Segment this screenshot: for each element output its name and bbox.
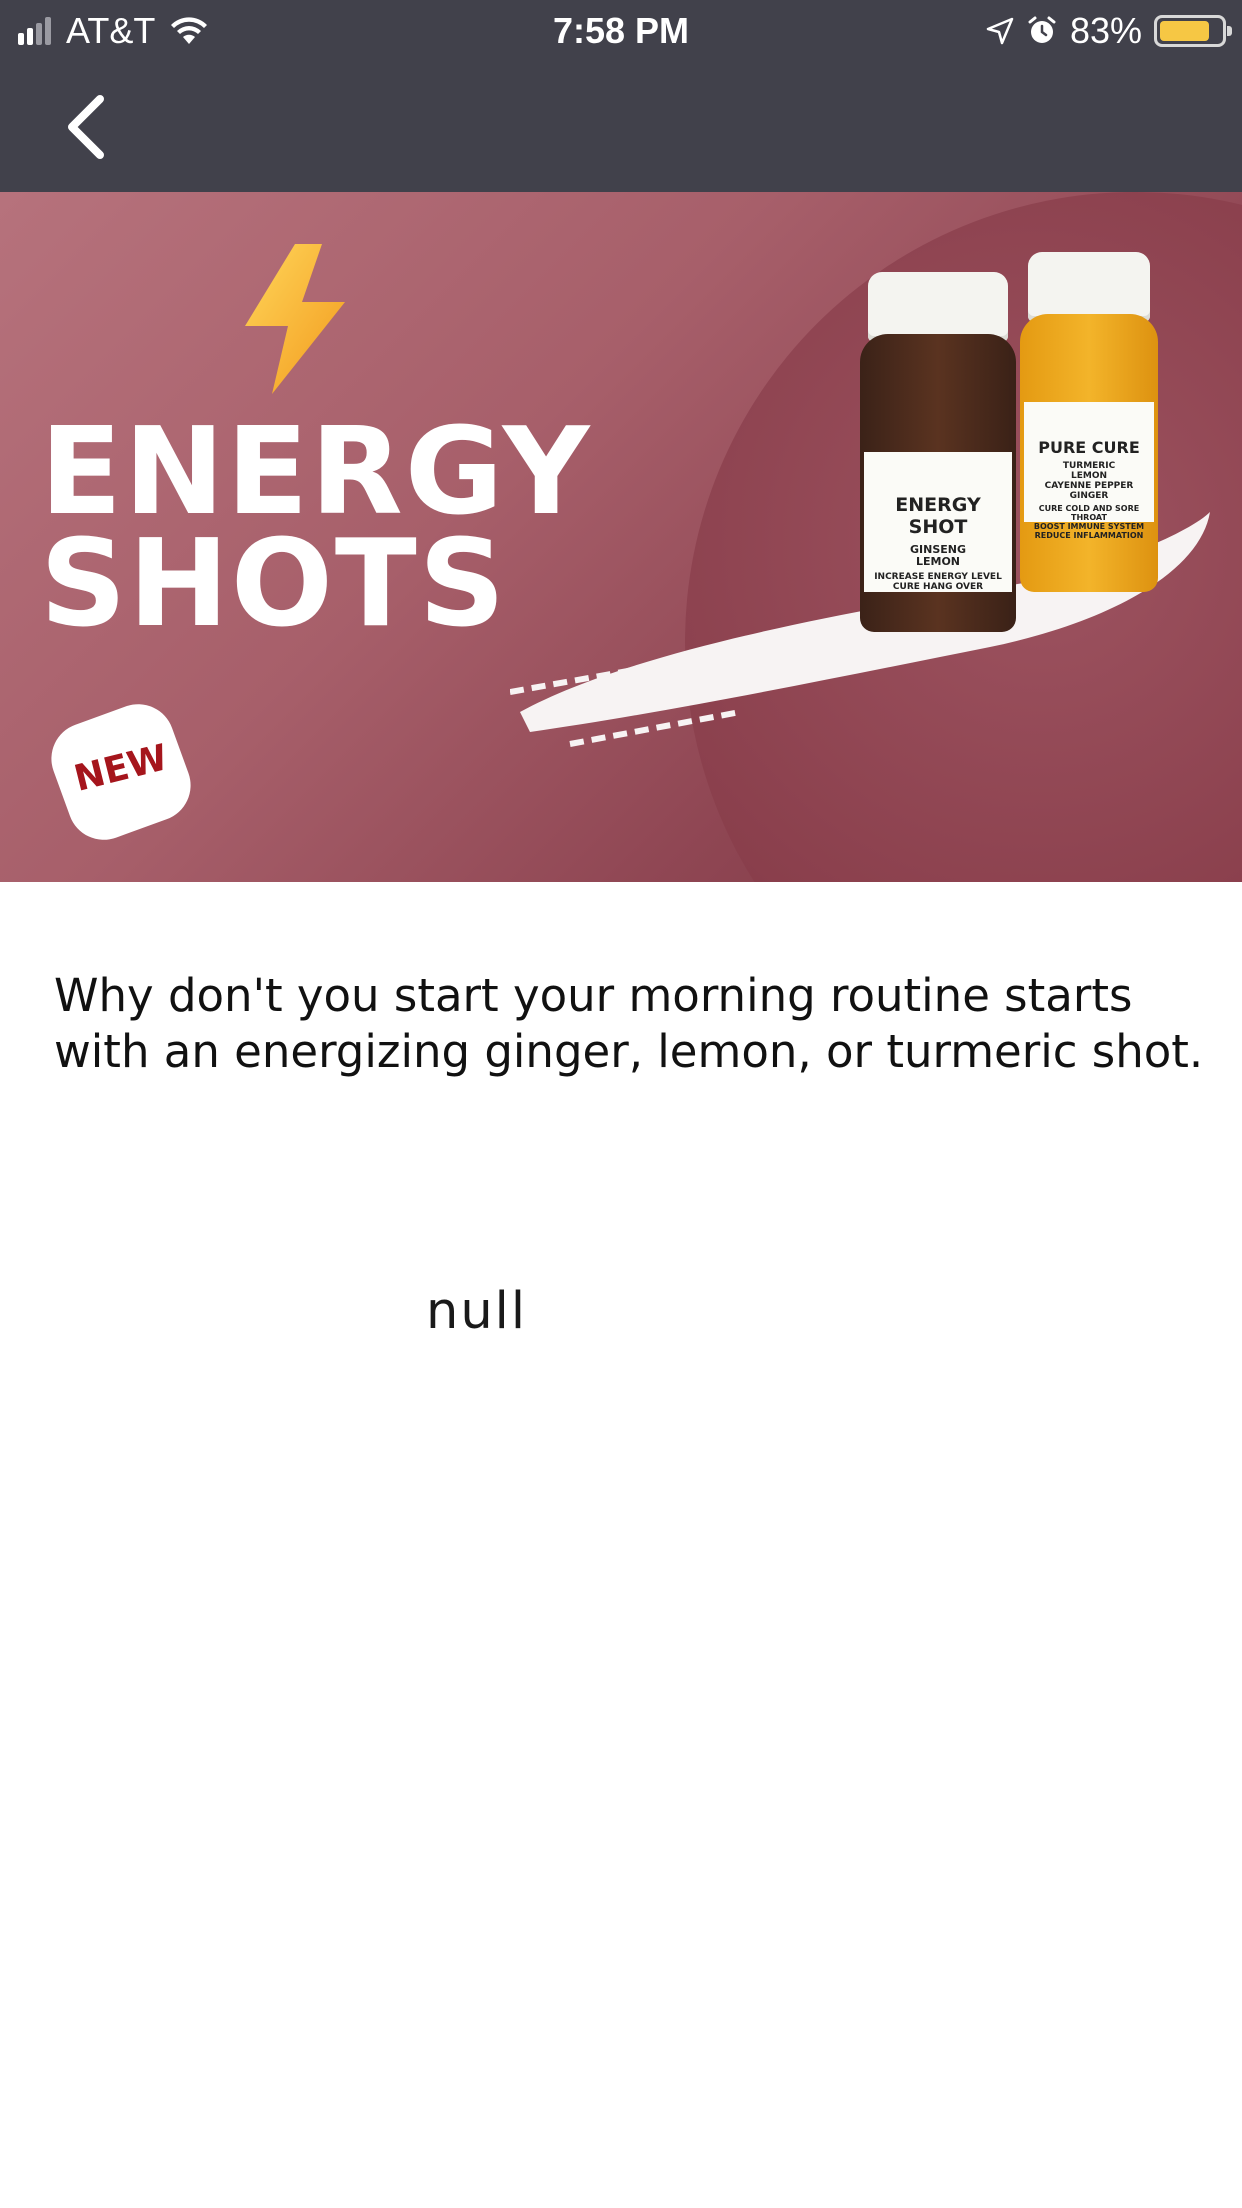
product-description: Why don't you start your morning routine… (54, 969, 1204, 1078)
extra-text: null (426, 1282, 527, 1341)
hero-title-line1: ENERGY (40, 403, 592, 542)
status-bar: AT&T 7:58 PM 83% (0, 0, 1242, 62)
pure-cure-ingredient: CAYENNE PEPPER (1044, 481, 1134, 491)
energy-shot-benefit: INCREASE ENERGY LEVEL (874, 572, 1002, 582)
location-icon (986, 17, 1014, 45)
top-bar: AT&T 7:58 PM 83% (0, 0, 1242, 192)
pure-cure-benefit: CURE COLD AND SORE THROAT (1038, 504, 1140, 522)
pure-cure-bottle: PURE CURE TURMERIC LEMON CAYENNE PEPPER … (1020, 252, 1158, 592)
energy-shot-benefit: CURE HANG OVER (892, 582, 984, 592)
status-right: 83% (974, 10, 1232, 52)
back-button[interactable] (56, 92, 116, 162)
pure-cure-ingredient: GINGER (1069, 491, 1109, 501)
battery-icon (1154, 15, 1232, 47)
energy-shot-name: ENERGY SHOT (895, 494, 981, 538)
chevron-left-icon (68, 95, 104, 159)
energy-shot-bottle: ENERGY SHOT GINSENG LEMON INCREASE ENERG… (860, 272, 1016, 632)
pure-cure-benefit: BOOST IMMUNE SYSTEM (1033, 522, 1145, 531)
pure-cure-ingredient: TURMERIC (1062, 461, 1116, 471)
pure-cure-benefit: REDUCE INFLAMMATION (1034, 531, 1144, 540)
pure-cure-ingredient: LEMON (1070, 471, 1108, 481)
hero-title: ENERGY SHOTS (40, 403, 592, 654)
alarm-icon (1028, 16, 1056, 43)
pure-cure-name: PURE CURE (1038, 438, 1140, 457)
new-badge: NEW (41, 694, 201, 850)
hero-banner: ENERGY SHOTS NEW ENERGY SHOT GINSENG LEM… (0, 192, 1242, 882)
lightning-bolt-icon (245, 244, 345, 394)
energy-shot-ingredient: LEMON (915, 555, 961, 568)
hero-title-line2: SHOTS (40, 515, 508, 654)
battery-percent: 83% (1069, 10, 1142, 51)
